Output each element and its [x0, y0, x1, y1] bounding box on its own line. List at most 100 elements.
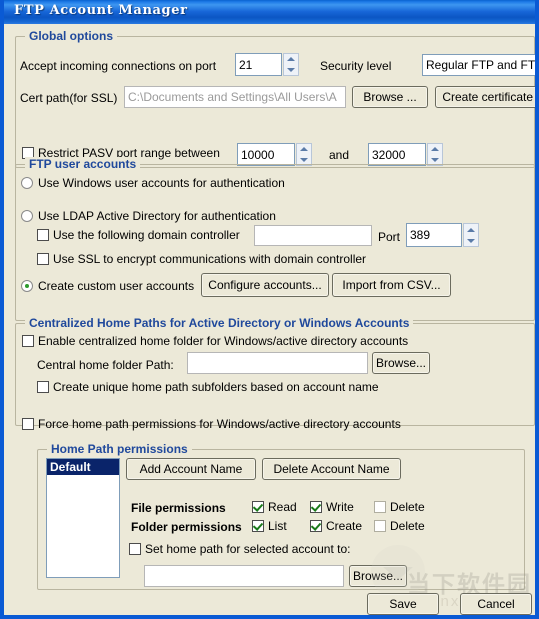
cert-path-input[interactable]: C:\Documents and Settings\All Users\A [124, 86, 346, 108]
radio-use-windows-accounts[interactable]: Use Windows user accounts for authentica… [21, 176, 285, 190]
pasv-and-label: and [329, 148, 350, 162]
pasv-to-spinner[interactable] [427, 143, 443, 166]
cancel-button[interactable]: Cancel [460, 593, 532, 615]
checkbox-file-read[interactable]: Read [252, 500, 297, 514]
checkbox-icon [374, 520, 386, 532]
checkbox-file-write[interactable]: Write [310, 500, 354, 514]
accept-port-input[interactable]: 21 [235, 53, 282, 76]
radio-icon [21, 210, 33, 222]
configure-accounts-button[interactable]: Configure accounts... [201, 273, 329, 297]
radio-use-ldap-label: Use LDAP Active Directory for authentica… [38, 209, 276, 223]
checkbox-unique-subfolders-label: Create unique home path subfolders based… [53, 380, 379, 394]
group-home-path-permissions-legend: Home Path permissions [47, 442, 192, 456]
checkbox-force-home-permissions-label: Force home path permissions for Windows/… [38, 417, 401, 431]
checkbox-folder-delete-label: Delete [390, 519, 425, 533]
pasv-from-spinner[interactable] [296, 143, 312, 166]
chevron-up-icon [300, 147, 308, 152]
checkbox-folder-list[interactable]: List [252, 519, 287, 533]
checkbox-icon [310, 501, 322, 513]
domain-controller-input[interactable] [254, 225, 372, 246]
checkbox-icon [129, 543, 141, 555]
checkbox-icon [252, 520, 264, 532]
checkbox-icon [37, 381, 49, 393]
checkbox-use-ssl-domain-controller-label: Use SSL to encrypt communications with d… [53, 252, 367, 266]
pasv-from-input[interactable]: 10000 [237, 143, 295, 166]
home-path-browse-button[interactable]: Browse... [349, 565, 407, 587]
accept-port-label: Accept incoming connections on port [20, 59, 217, 73]
checkbox-file-write-label: Write [326, 500, 354, 514]
ldap-port-spinner[interactable] [463, 223, 479, 247]
checkbox-enable-centralized-home[interactable]: Enable centralized home folder for Windo… [22, 334, 408, 348]
cert-path-label: Cert path(for SSL) [20, 91, 118, 105]
checkbox-icon [310, 520, 322, 532]
checkbox-icon [37, 253, 49, 265]
checkbox-icon [22, 335, 34, 347]
checkbox-enable-centralized-home-label: Enable centralized home folder for Windo… [38, 334, 409, 348]
title-bar: FTP Account Manager [4, 0, 535, 24]
radio-icon [21, 280, 33, 292]
chevron-down-icon [431, 157, 439, 162]
account-name-listbox[interactable]: Default [46, 458, 120, 578]
checkbox-file-delete-label: Delete [390, 500, 425, 514]
ftp-account-manager-window: FTP Account Manager Global options Accep… [0, 0, 539, 619]
radio-icon [21, 177, 33, 189]
radio-use-windows-accounts-label: Use Windows user accounts for authentica… [38, 176, 285, 190]
checkbox-icon [22, 418, 34, 430]
ldap-port-spinner-up[interactable] [464, 224, 478, 235]
group-centralized-home-paths-legend: Centralized Home Paths for Active Direct… [25, 316, 414, 330]
checkbox-set-home-path[interactable]: Set home path for selected account to: [129, 542, 350, 556]
pasv-from-spinner-up[interactable] [297, 144, 311, 155]
accept-port-spinner-down[interactable] [284, 65, 298, 76]
checkbox-folder-create[interactable]: Create [310, 519, 362, 533]
checkbox-folder-delete[interactable]: Delete [374, 519, 425, 533]
ldap-port-input[interactable]: 389 [406, 223, 462, 247]
chevron-up-icon [287, 57, 295, 62]
checkbox-icon [374, 501, 386, 513]
dialog-client-area: Global options Accept incoming connectio… [4, 24, 535, 615]
checkbox-set-home-path-label: Set home path for selected account to: [145, 542, 351, 556]
create-certificate-button[interactable]: Create certificate . [435, 86, 535, 108]
security-level-label: Security level [320, 59, 392, 73]
central-home-folder-path-input[interactable] [187, 352, 368, 374]
checkbox-icon [252, 501, 264, 513]
ldap-port-label: Port [378, 230, 401, 244]
pasv-to-input[interactable]: 32000 [368, 143, 426, 166]
accept-port-spinner-up[interactable] [284, 54, 298, 65]
radio-create-custom-accounts[interactable]: Create custom user accounts [21, 279, 194, 293]
chevron-up-icon [467, 227, 475, 232]
central-home-browse-button[interactable]: Browse... [372, 352, 430, 374]
checkbox-file-read-label: Read [268, 500, 297, 514]
file-permissions-label: File permissions [131, 501, 226, 515]
checkbox-folder-create-label: Create [326, 519, 363, 533]
folder-permissions-label: Folder permissions [131, 520, 242, 534]
checkbox-use-ssl-domain-controller[interactable]: Use SSL to encrypt communications with d… [37, 252, 366, 266]
cert-browse-button[interactable]: Browse ... [352, 86, 428, 108]
group-global-options-legend: Global options [25, 29, 117, 43]
radio-use-ldap[interactable]: Use LDAP Active Directory for authentica… [21, 209, 276, 223]
checkbox-use-domain-controller[interactable]: Use the following domain controller [37, 228, 240, 242]
checkbox-unique-subfolders[interactable]: Create unique home path subfolders based… [37, 380, 379, 394]
home-path-input[interactable] [144, 565, 344, 587]
checkbox-folder-list-label: List [268, 519, 287, 533]
central-home-folder-path-label: Central home folder Path: [37, 358, 174, 372]
chevron-up-icon [431, 147, 439, 152]
accept-port-spinner[interactable] [283, 53, 299, 76]
save-button[interactable]: Save [367, 593, 439, 615]
window-title: FTP Account Manager [14, 3, 188, 18]
pasv-to-spinner-up[interactable] [428, 144, 442, 155]
radio-create-custom-accounts-label: Create custom user accounts [38, 279, 195, 293]
checkbox-file-delete[interactable]: Delete [374, 500, 425, 514]
checkbox-icon [37, 229, 49, 241]
chevron-down-icon [300, 157, 308, 162]
checkbox-force-home-permissions[interactable]: Force home path permissions for Windows/… [22, 417, 401, 431]
checkbox-use-domain-controller-label: Use the following domain controller [53, 228, 240, 242]
chevron-down-icon [287, 67, 295, 72]
chevron-down-icon [467, 238, 475, 243]
ldap-port-spinner-down[interactable] [464, 235, 478, 246]
add-account-name-button[interactable]: Add Account Name [126, 458, 256, 480]
delete-account-name-button[interactable]: Delete Account Name [262, 458, 401, 480]
group-ftp-user-accounts-legend: FTP user accounts [25, 157, 141, 171]
list-item[interactable]: Default [47, 459, 119, 475]
import-from-csv-button[interactable]: Import from CSV... [332, 273, 451, 297]
security-level-combo[interactable]: Regular FTP and FTPS [422, 54, 535, 76]
